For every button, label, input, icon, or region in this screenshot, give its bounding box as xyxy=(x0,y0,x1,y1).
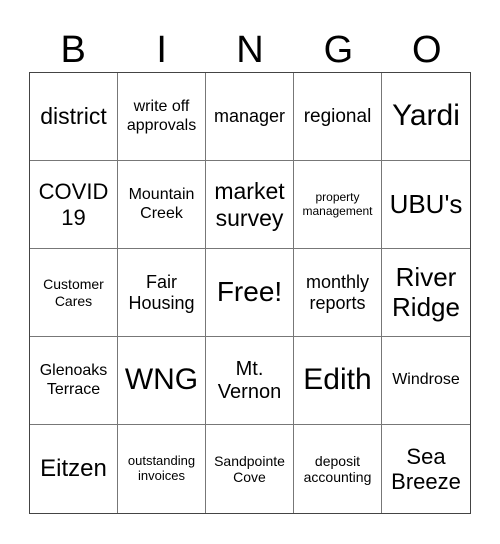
bingo-cell[interactable]: property management xyxy=(294,161,382,249)
header-letter-i: I xyxy=(156,29,167,71)
bingo-cell[interactable]: Yardi xyxy=(382,73,470,161)
bingo-cell[interactable]: deposit accounting xyxy=(294,425,382,513)
bingo-cell[interactable]: market survey xyxy=(206,161,294,249)
bingo-cell[interactable]: Mt. Vernon xyxy=(206,337,294,425)
header-letter-n: N xyxy=(236,29,264,71)
bingo-cell[interactable]: Eitzen xyxy=(30,425,118,513)
header-letter-b: B xyxy=(60,29,86,71)
bingo-cell[interactable]: monthly reports xyxy=(294,249,382,337)
bingo-header: B I N G O xyxy=(29,28,471,72)
header-letter-g: G xyxy=(323,29,354,71)
bingo-grid: district write off approvals manager reg… xyxy=(29,72,471,514)
bingo-cell[interactable]: district xyxy=(30,73,118,161)
bingo-cell[interactable]: Edith xyxy=(294,337,382,425)
bingo-cell[interactable]: UBU's xyxy=(382,161,470,249)
bingo-cell[interactable]: outstanding invoices xyxy=(118,425,206,513)
bingo-cell[interactable]: Mountain Creek xyxy=(118,161,206,249)
bingo-cell[interactable]: COVID 19 xyxy=(30,161,118,249)
bingo-cell[interactable]: Sandpointe Cove xyxy=(206,425,294,513)
bingo-cell[interactable]: River Ridge xyxy=(382,249,470,337)
bingo-cell[interactable]: write off approvals xyxy=(118,73,206,161)
bingo-cell[interactable]: Sea Breeze xyxy=(382,425,470,513)
bingo-cell[interactable]: Glenoaks Terrace xyxy=(30,337,118,425)
bingo-cell[interactable]: WNG xyxy=(118,337,206,425)
header-letter-o: O xyxy=(412,29,442,71)
bingo-cell[interactable]: Fair Housing xyxy=(118,249,206,337)
bingo-cell[interactable]: regional xyxy=(294,73,382,161)
bingo-cell[interactable]: Windrose xyxy=(382,337,470,425)
bingo-cell[interactable]: manager xyxy=(206,73,294,161)
bingo-cell[interactable]: Customer Cares xyxy=(30,249,118,337)
free-space-cell[interactable]: Free! xyxy=(206,249,294,337)
